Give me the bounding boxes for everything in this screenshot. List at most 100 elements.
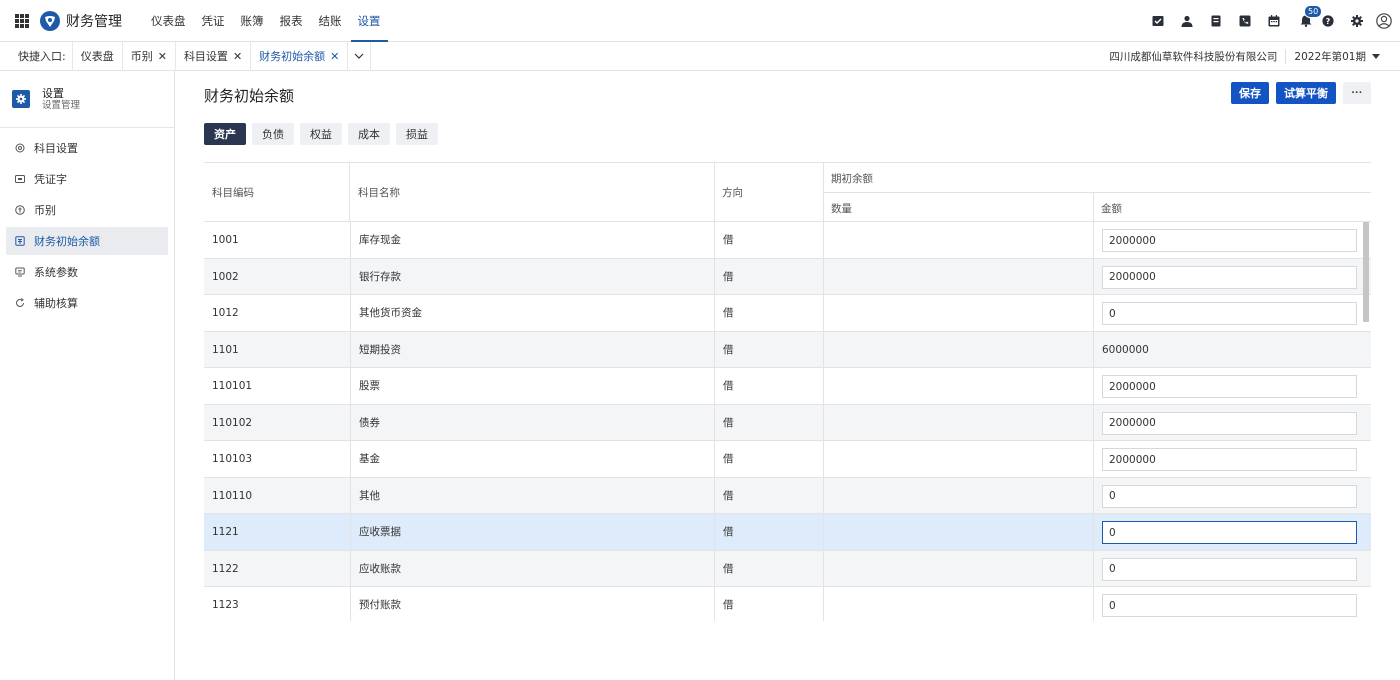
- sidebar-item-2[interactable]: 币别: [6, 196, 168, 224]
- amount-input[interactable]: [1102, 557, 1357, 581]
- cell-name: 库存现金: [350, 222, 714, 258]
- sidebar-subtitle: 设置管理: [42, 99, 81, 111]
- amount-input[interactable]: [1102, 265, 1357, 289]
- cell-code: 1002: [212, 270, 239, 283]
- cell-amount: [1093, 587, 1371, 621]
- notification-bell-icon[interactable]: 50: [1299, 5, 1323, 28]
- cell-quantity[interactable]: [823, 258, 1093, 295]
- cell-direction: 借: [714, 258, 823, 295]
- table-scrollbar[interactable]: [1363, 222, 1369, 322]
- refresh-icon: [14, 297, 26, 309]
- cell-name: 银行存款: [350, 258, 714, 295]
- cell-quantity[interactable]: [823, 404, 1093, 441]
- category-tabs: 资产 负债 权益 成本 损益: [204, 123, 444, 145]
- quick-tabs-dropdown[interactable]: [347, 41, 372, 71]
- currency-icon: [14, 204, 26, 216]
- nav-item-5[interactable]: 设置: [350, 0, 388, 42]
- cell-quantity[interactable]: [823, 441, 1093, 477]
- tab-0[interactable]: 资产: [204, 123, 246, 145]
- cell-quantity[interactable]: [823, 550, 1093, 587]
- table-row[interactable]: 1123 预付账款借: [204, 587, 1371, 621]
- todo-check-icon[interactable]: [1151, 14, 1165, 28]
- cell-quantity[interactable]: [823, 514, 1093, 550]
- amount-input[interactable]: [1102, 375, 1357, 398]
- apps-grid-icon[interactable]: [15, 13, 29, 28]
- close-icon[interactable]: ✕: [330, 42, 339, 71]
- user-avatar-icon[interactable]: [1376, 13, 1392, 29]
- sidebar-item-3[interactable]: 财务初始余额: [6, 227, 168, 255]
- close-icon[interactable]: ✕: [233, 42, 242, 71]
- cell-name: 债券: [350, 404, 714, 441]
- cell-quantity[interactable]: [823, 331, 1093, 368]
- table-row[interactable]: 1012 其他货币资金借: [204, 295, 1371, 332]
- header-name: 科目名称: [358, 187, 400, 199]
- period-selector[interactable]: 2022年第01期: [1294, 49, 1366, 64]
- cell-quantity[interactable]: [823, 587, 1093, 621]
- tab-1[interactable]: 负债: [252, 123, 294, 145]
- tab-3[interactable]: 成本: [348, 123, 390, 145]
- cell-name: 预付账款: [350, 587, 714, 621]
- cell-direction: 借: [714, 331, 823, 368]
- nav-item-1[interactable]: 凭证: [195, 0, 232, 42]
- quick-tab-1[interactable]: 币别 ✕: [121, 41, 175, 71]
- table-row[interactable]: 110101 股票借: [204, 368, 1371, 405]
- amount-input[interactable]: [1102, 594, 1357, 617]
- phone-icon[interactable]: [1238, 14, 1252, 28]
- table-header: 科目编码 科目名称 方向 期初余额 数量 金额: [204, 162, 1371, 222]
- params-icon: [14, 266, 26, 278]
- amount-input[interactable]: [1102, 229, 1357, 252]
- help-icon[interactable]: ?: [1321, 14, 1335, 28]
- sidebar-item-label: 系统参数: [34, 266, 78, 279]
- cell-name: 基金: [350, 441, 714, 477]
- amount-input[interactable]: [1102, 411, 1357, 435]
- quick-tab-0[interactable]: 仪表盘: [71, 41, 122, 71]
- close-icon[interactable]: ✕: [158, 42, 167, 71]
- nav-item-0[interactable]: 仪表盘: [144, 0, 193, 42]
- user-icon[interactable]: [1180, 14, 1194, 28]
- cell-code: 110110: [212, 489, 253, 502]
- amount-input[interactable]: [1102, 484, 1357, 508]
- table-row[interactable]: 1122 应收账款借: [204, 550, 1371, 587]
- sidebar-item-4[interactable]: 系统参数: [6, 258, 168, 286]
- table-row[interactable]: 1101 短期投资借 6000000: [204, 331, 1371, 368]
- sidebar-item-5[interactable]: 辅助核算: [6, 289, 168, 317]
- cell-direction: 借: [714, 514, 823, 550]
- amount-input[interactable]: [1102, 521, 1357, 544]
- quick-tab-label: 仪表盘: [80, 49, 114, 63]
- tab-2[interactable]: 权益: [300, 123, 342, 145]
- trial-balance-button[interactable]: 试算平衡: [1276, 82, 1336, 104]
- table-row[interactable]: 1121 应收票据借: [204, 514, 1371, 551]
- cell-quantity[interactable]: [823, 295, 1093, 331]
- table-row[interactable]: 110102 债券借: [204, 404, 1371, 441]
- sidebar-item-1[interactable]: 凭证字: [6, 165, 168, 193]
- nav-item-4[interactable]: 结账: [312, 0, 349, 42]
- cell-quantity[interactable]: [823, 477, 1093, 514]
- quick-tab-3[interactable]: 财务初始余额 ✕: [250, 41, 347, 71]
- cell-quantity[interactable]: [823, 368, 1093, 404]
- sidebar-item-label: 科目设置: [34, 142, 78, 155]
- amount-input[interactable]: [1102, 302, 1357, 325]
- table-row[interactable]: 110110 其他借: [204, 477, 1371, 514]
- cell-quantity[interactable]: [823, 222, 1093, 258]
- nav-item-3[interactable]: 报表: [273, 0, 310, 42]
- table-row[interactable]: 1002 银行存款借: [204, 258, 1371, 295]
- sidebar-item-0[interactable]: 科目设置: [6, 134, 168, 162]
- caret-down-icon[interactable]: [1372, 53, 1380, 60]
- calendar-icon[interactable]: [1267, 14, 1281, 28]
- quick-tab-2[interactable]: 科目设置 ✕: [174, 41, 250, 71]
- cell-direction: 借: [714, 368, 823, 404]
- tab-4[interactable]: 损益: [396, 123, 438, 145]
- more-actions-button[interactable]: ···: [1343, 82, 1371, 104]
- table-row[interactable]: 110103 基金借: [204, 441, 1371, 478]
- cell-amount: [1093, 477, 1371, 514]
- company-name[interactable]: 四川成都仙草软件科技股份有限公司: [1109, 49, 1287, 64]
- nav-item-2[interactable]: 账簿: [234, 0, 271, 42]
- cell-direction: 借: [714, 441, 823, 477]
- header-quantity: 数量: [831, 203, 852, 215]
- document-icon[interactable]: [1209, 14, 1223, 28]
- cell-direction: 借: [714, 222, 823, 258]
- table-row[interactable]: 1001 库存现金借: [204, 222, 1371, 259]
- amount-input[interactable]: [1102, 448, 1357, 471]
- save-button[interactable]: 保存: [1231, 82, 1269, 104]
- settings-gear-icon[interactable]: [1350, 14, 1364, 28]
